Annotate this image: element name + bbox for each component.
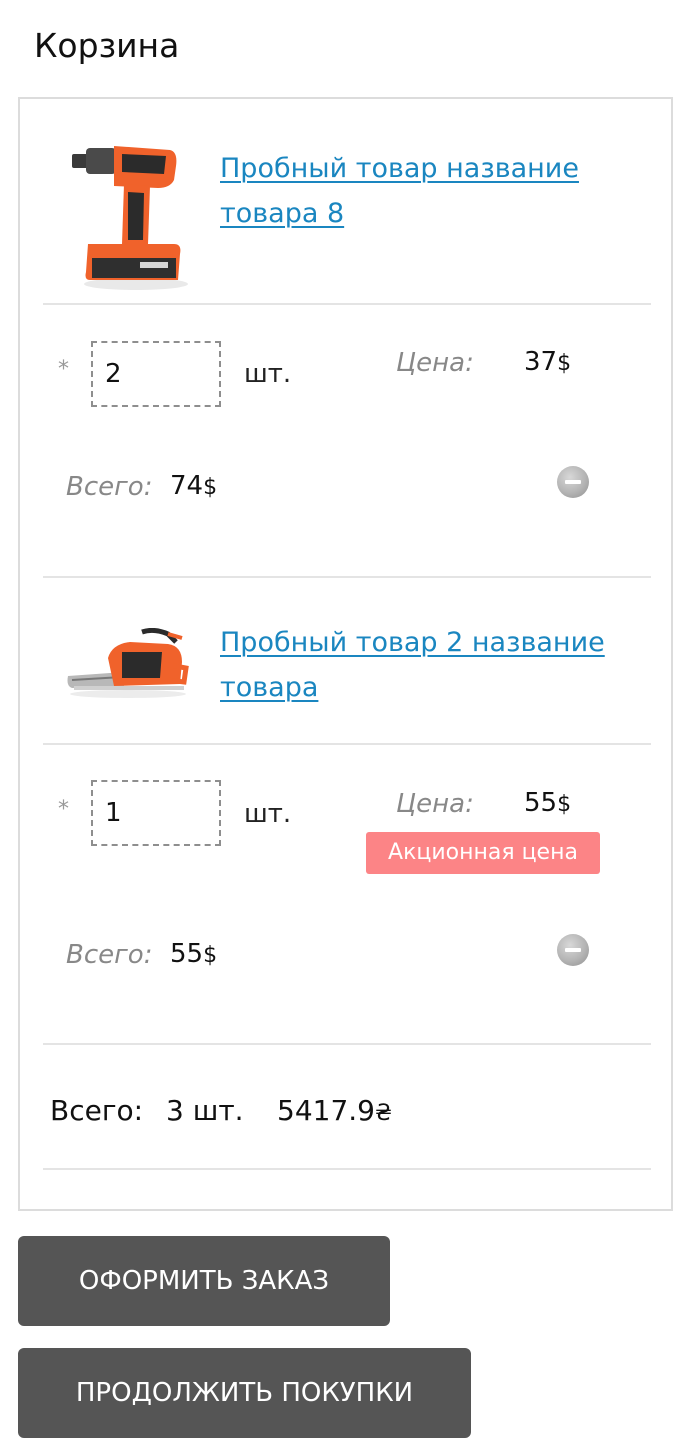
required-mark: * [58,797,69,822]
divider [43,576,651,578]
currency-symbol: $ [557,351,572,376]
divider [43,1168,651,1170]
quantity-unit: шт. [244,799,292,829]
currency-symbol: $ [203,475,218,500]
required-mark: * [58,357,69,382]
summary-amount-value: 5417.9 [277,1094,375,1127]
currency-symbol: ₴ [374,1101,393,1126]
currency-symbol: $ [557,792,572,817]
price-label: Цена: [396,789,474,819]
product-image-drill[interactable] [66,140,194,292]
product-link[interactable]: Пробный товар 2 название товара [220,620,640,710]
price-value: 37$ [524,347,571,377]
product-image-chainsaw[interactable] [64,628,190,700]
checkout-button[interactable]: Оформить заказ [18,1236,390,1326]
quantity-input[interactable] [91,341,221,407]
promo-price-badge: Акционная цена [366,832,600,874]
remove-item-icon[interactable] [557,466,589,498]
quantity-unit: шт. [244,359,292,389]
line-total-label: Всего: [66,472,153,502]
currency-symbol: $ [203,943,218,968]
price-amount: 37 [524,347,558,377]
remove-item-icon[interactable] [557,934,589,966]
price-value: 55$ [524,788,571,818]
product-link[interactable]: Пробный товар название товара 8 [220,146,640,236]
quantity-input[interactable] [91,780,221,846]
line-total-amount: 55 [170,939,204,969]
summary-count: 3 шт. [166,1094,244,1127]
divider [43,1043,651,1045]
line-total-value: 55$ [170,939,217,969]
summary-amount: 5417.9₴ [277,1094,392,1127]
price-amount: 55 [524,788,558,818]
line-total-label: Всего: [66,940,153,970]
line-total-value: 74$ [170,471,217,501]
page-title: Корзина [34,26,180,65]
summary-label: Всего: [50,1094,144,1127]
divider [43,303,651,305]
divider [43,743,651,745]
price-label: Цена: [396,348,474,378]
continue-shopping-button[interactable]: Продолжить покупки [18,1348,471,1438]
line-total-amount: 74 [170,471,204,501]
